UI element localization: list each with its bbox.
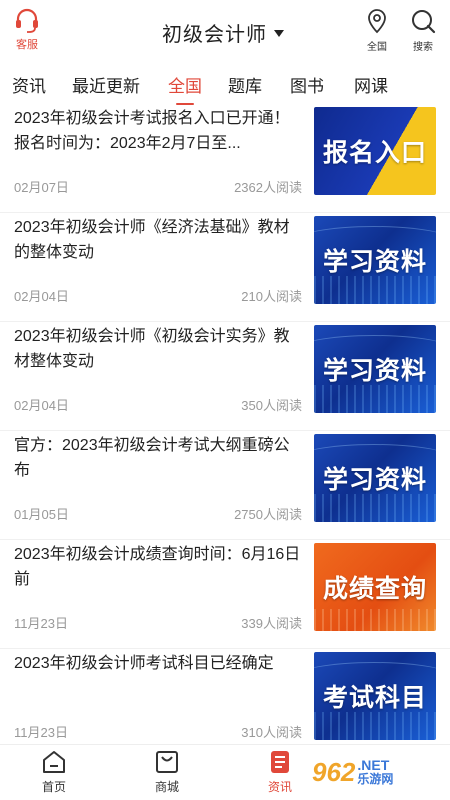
- article-title: 2023年初级会计考试报名入口已开通！报名时间为：2023年2月7日至...: [14, 110, 290, 152]
- article-thumbnail: 学习资料: [314, 434, 436, 522]
- thumbnail-text: 考试科目: [322, 684, 427, 712]
- news-icon: [271, 751, 289, 773]
- article-thumbnail: 成绩查询: [314, 543, 436, 631]
- article-title: 官方：2023年初级会计考试大纲重磅公布: [14, 437, 290, 479]
- nav-label: 商城: [154, 780, 179, 794]
- article-date: 02月07日: [14, 180, 69, 195]
- watermark-number: 962: [312, 756, 356, 787]
- thumbnail-text: 学习资料: [322, 466, 427, 494]
- tab-online-courses[interactable]: 网课: [354, 72, 388, 104]
- article-date: 11月23日: [14, 725, 68, 740]
- article-thumbnail: 报名入口: [314, 107, 436, 195]
- exam-selector[interactable]: 初级会计师: [162, 17, 284, 47]
- tab-national[interactable]: 全国: [168, 72, 202, 105]
- tab-books[interactable]: 图书: [290, 72, 324, 104]
- article-title: 2023年初级会计师《初级会计实务》教材整体变动: [14, 328, 290, 370]
- thumbnail-text: 报名入口: [322, 139, 427, 167]
- article-date: 02月04日: [14, 398, 69, 413]
- watermark-suffix: .NET: [357, 757, 390, 773]
- article-title: 2023年初级会计师考试科目已经确定: [14, 655, 274, 672]
- article-list: 2023年初级会计考试报名入口已开通！报名时间为：2023年2月7日至... 0…: [0, 104, 450, 758]
- article-read-count: 2750人阅读: [234, 507, 302, 522]
- article-title: 2023年初级会计成绩查询时间：6月16日前: [14, 546, 301, 588]
- tab-label: 图书: [290, 77, 324, 96]
- location-button[interactable]: 全国: [359, 8, 395, 56]
- article-date: 02月04日: [14, 289, 69, 304]
- list-item[interactable]: 2023年初级会计考试报名入口已开通！报名时间为：2023年2月7日至... 0…: [0, 104, 450, 213]
- tab-question-bank[interactable]: 题库: [228, 72, 262, 104]
- list-item[interactable]: 2023年初级会计师考试科目已经确定 11月23日 310人阅读 考试科目: [0, 649, 450, 758]
- article-read-count: 310人阅读: [241, 725, 302, 740]
- search-button[interactable]: 搜索: [405, 8, 441, 56]
- article-read-count: 210人阅读: [241, 289, 302, 304]
- article-read-count: 350人阅读: [241, 398, 302, 413]
- tab-news[interactable]: 资讯: [12, 72, 46, 104]
- site-watermark: 962 .NET 乐游网: [312, 748, 446, 796]
- tab-recent-updates[interactable]: 最近更新: [72, 72, 140, 104]
- article-title: 2023年初级会计师《经济法基础》教材的整体变动: [14, 219, 290, 261]
- search-label: 搜索: [413, 42, 433, 53]
- nav-mall[interactable]: 商城: [137, 749, 197, 795]
- article-read-count: 339人阅读: [241, 616, 302, 631]
- article-read-count: 2362人阅读: [234, 180, 302, 195]
- nav-label: 首页: [41, 780, 66, 794]
- tab-label: 最近更新: [72, 77, 140, 96]
- tab-label: 资讯: [12, 77, 46, 96]
- article-thumbnail: 学习资料: [314, 325, 436, 413]
- tab-label: 题库: [228, 77, 262, 96]
- top-header: 客服 初级会计师 全国 搜索: [0, 0, 450, 64]
- article-date: 01月05日: [14, 507, 69, 522]
- list-item[interactable]: 2023年初级会计成绩查询时间：6月16日前 11月23日 339人阅读 成绩查…: [0, 540, 450, 649]
- customer-service-label: 客服: [16, 39, 38, 51]
- tab-label: 网课: [354, 77, 388, 96]
- list-item[interactable]: 官方：2023年初级会计考试大纲重磅公布 01月05日 2750人阅读 学习资料: [0, 431, 450, 540]
- nav-label: 资讯: [267, 780, 292, 794]
- home-icon: [43, 751, 65, 773]
- caret-down-icon: [274, 29, 284, 37]
- thumbnail-text: 成绩查询: [322, 575, 427, 603]
- page-title: 初级会计师: [162, 23, 267, 46]
- list-item[interactable]: 2023年初级会计师《初级会计实务》教材整体变动 02月04日 350人阅读 学…: [0, 322, 450, 431]
- article-thumbnail: 考试科目: [314, 652, 436, 740]
- thumbnail-text: 学习资料: [322, 357, 427, 385]
- customer-service-button[interactable]: 客服: [8, 8, 46, 56]
- shopping-bag-icon: [156, 751, 178, 773]
- search-icon: [412, 10, 436, 34]
- watermark-name: 乐游网: [357, 772, 394, 786]
- tab-label: 全国: [168, 77, 202, 96]
- category-tabs: 资讯 最近更新 全国 题库 图书 网课: [0, 68, 450, 105]
- location-pin-icon: [368, 9, 386, 34]
- list-item[interactable]: 2023年初级会计师《经济法基础》教材的整体变动 02月04日 210人阅读 学…: [0, 213, 450, 322]
- location-label: 全国: [367, 42, 387, 53]
- thumbnail-text: 学习资料: [322, 248, 427, 276]
- nav-home[interactable]: 首页: [24, 749, 84, 795]
- nav-news[interactable]: 资讯: [250, 749, 310, 795]
- article-thumbnail: 学习资料: [314, 216, 436, 304]
- article-date: 11月23日: [14, 616, 68, 631]
- headset-icon: [16, 8, 38, 33]
